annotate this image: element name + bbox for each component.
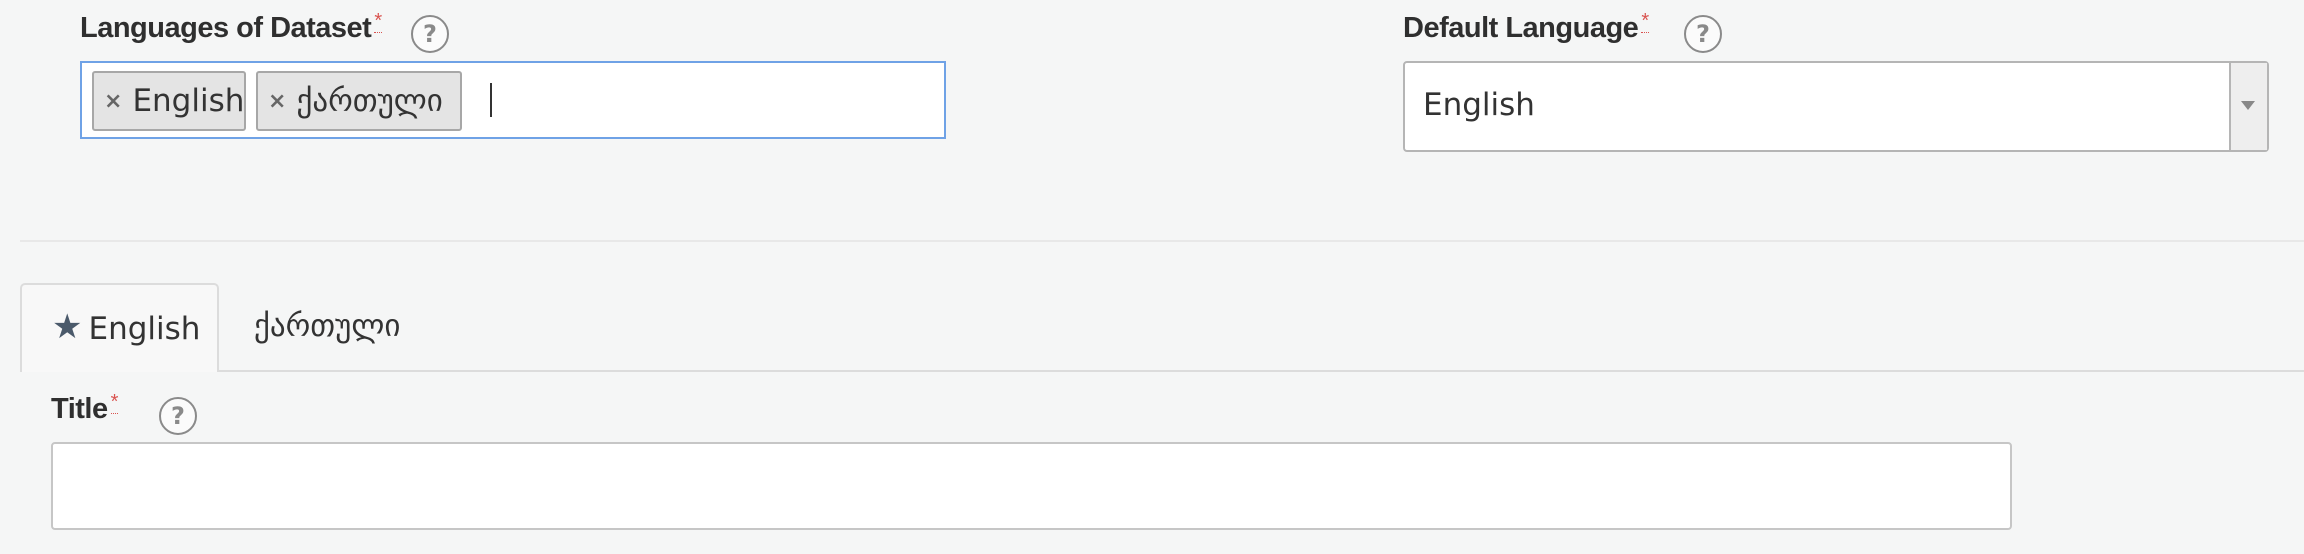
tag-label: English	[132, 83, 245, 119]
required-marker: *	[374, 10, 382, 33]
language-tag-georgian: × ქართული	[256, 71, 462, 131]
tabs-underline	[20, 370, 2304, 372]
default-language-label: Default Language *	[1403, 10, 1649, 45]
star-icon: ★	[52, 306, 83, 347]
default-language-help-icon[interactable]: ?	[1684, 15, 1722, 53]
dropdown-toggle[interactable]	[2229, 63, 2267, 150]
language-tag-english: × English	[92, 71, 246, 131]
required-marker: *	[1641, 10, 1649, 33]
languages-help-icon[interactable]: ?	[411, 15, 449, 53]
chevron-down-icon	[2241, 101, 2255, 110]
required-marker: *	[110, 391, 118, 414]
remove-tag-icon[interactable]: ×	[268, 89, 286, 114]
tab-label: English	[88, 310, 201, 347]
tab-georgian[interactable]: ქართული	[254, 308, 400, 344]
title-label-text: Title	[51, 393, 108, 425]
remove-tag-icon[interactable]: ×	[104, 89, 122, 114]
section-divider	[20, 240, 2304, 242]
title-label: Title *	[51, 391, 118, 426]
tag-label: ქართული	[296, 83, 443, 119]
tab-english[interactable]: ★ English	[20, 283, 219, 372]
languages-label-text: Languages of Dataset	[80, 12, 372, 44]
languages-label: Languages of Dataset *	[80, 10, 382, 45]
title-input[interactable]	[51, 442, 2012, 530]
default-language-select[interactable]: English	[1403, 61, 2269, 152]
languages-multiselect[interactable]: × English × ქართული	[80, 61, 946, 139]
default-language-label-text: Default Language	[1403, 12, 1639, 44]
title-help-icon[interactable]: ?	[159, 397, 197, 435]
default-language-value: English	[1423, 87, 1535, 123]
text-cursor	[490, 83, 492, 117]
